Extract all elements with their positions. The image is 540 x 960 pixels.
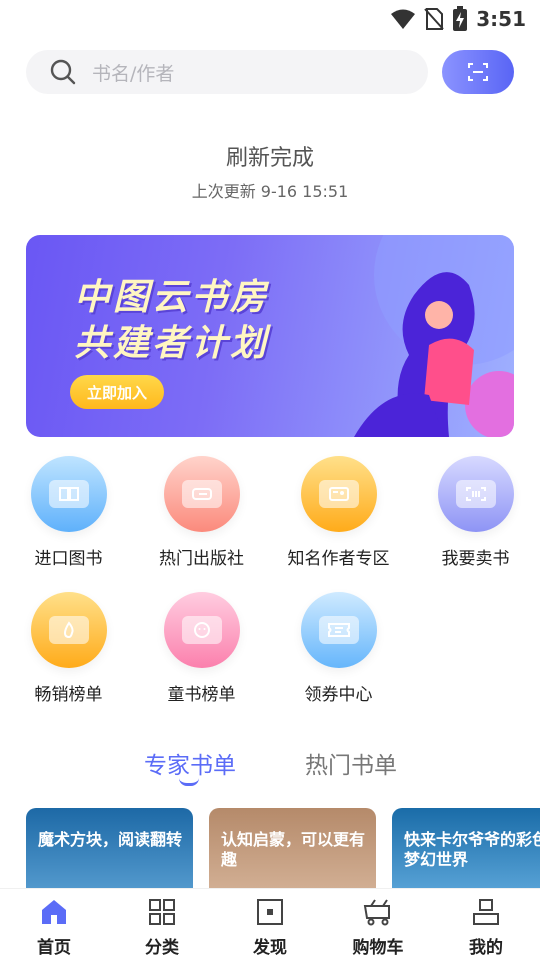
discover-icon — [257, 899, 283, 925]
refresh-last-update: 上次更新 9-16 15:51 — [191, 182, 349, 201]
scan-icon — [468, 63, 488, 81]
grid-item-label: 热门出版社 — [159, 549, 244, 569]
nav-item-cart[interactable]: 购物车 — [324, 897, 432, 958]
flame-icon — [30, 592, 107, 668]
grid-item-label: 我要卖书 — [441, 549, 510, 569]
grid-item-label: 畅销榜单 — [34, 685, 103, 705]
bottom-nav: 首页 分类 发现 购物车 我的 — [0, 888, 540, 960]
booklist-card[interactable]: 快来卡尔爷爷的彩色梦幻世界 — [392, 808, 540, 888]
profile-icon — [473, 899, 499, 925]
join-now-button[interactable]: 立即加入 — [70, 375, 164, 409]
nav-label: 发现 — [253, 938, 287, 958]
booklist-card-title: 认知启蒙，可以更有趣 — [221, 830, 366, 869]
nav-item-discover[interactable]: 发现 — [216, 897, 324, 958]
wifi-icon — [391, 9, 416, 29]
status-bar: 3:51 — [0, 0, 540, 36]
grid-item-children-books-list[interactable]: 童书榜单 — [133, 592, 270, 705]
battery-charging-icon — [453, 6, 468, 31]
book-icon — [30, 456, 107, 532]
booklist-tabs: 专家书单 热门书单 — [0, 746, 540, 786]
booklist-cards: 魔术方块，阅读翻转 认知启蒙，可以更有趣 快来卡尔爷爷的彩色梦幻世界 — [26, 808, 540, 888]
grid-item-label: 知名作者专区 — [287, 549, 390, 569]
booklist-card-title: 魔术方块，阅读翻转 — [38, 830, 183, 849]
promo-banner[interactable]: 中图云书房 共建者计划 立即加入 — [26, 235, 514, 437]
grid-item-coupon-center[interactable]: 领券中心 — [270, 592, 407, 705]
banner-title-line1: 中图云书房 — [74, 277, 270, 318]
nav-item-category[interactable]: 分类 — [108, 897, 216, 958]
grid-item-famous-authors[interactable]: 知名作者专区 — [270, 456, 407, 569]
child-face-icon — [163, 592, 240, 668]
search-row: 书名/作者 — [26, 50, 514, 94]
nav-label: 我的 — [469, 938, 503, 958]
nav-item-home[interactable]: 首页 — [0, 897, 108, 958]
active-tab-indicator — [179, 778, 199, 786]
scan-sell-icon — [437, 456, 514, 532]
grid-item-bestseller-list[interactable]: 畅销榜单 — [0, 592, 137, 705]
search-input[interactable]: 书名/作者 — [26, 50, 428, 94]
banner-illustration — [354, 235, 514, 437]
nav-label: 首页 — [37, 938, 71, 958]
publisher-icon — [163, 456, 240, 532]
tab-popular-booklist[interactable]: 热门书单 — [305, 746, 397, 780]
grid-icon — [149, 899, 175, 925]
grid-item-sell-books[interactable]: 我要卖书 — [407, 456, 540, 569]
home-icon — [42, 900, 66, 924]
nav-label: 购物车 — [352, 938, 404, 958]
grid-item-imported-books[interactable]: 进口图书 — [0, 456, 137, 569]
tab-expert-booklist[interactable]: 专家书单 — [144, 746, 236, 780]
nav-item-profile[interactable]: 我的 — [432, 897, 540, 958]
banner-title: 中图云书房 共建者计划 — [74, 275, 269, 367]
grid-item-popular-publishers[interactable]: 热门出版社 — [133, 456, 270, 569]
coupon-icon — [300, 592, 377, 668]
banner-title-line2: 共建者计划 — [74, 323, 270, 364]
status-icons: 3:51 — [390, 6, 526, 32]
refresh-indicator: 刷新完成 上次更新 9-16 15:51 — [0, 140, 540, 202]
grid-item-label: 童书榜单 — [167, 685, 236, 705]
booklist-card-title: 快来卡尔爷爷的彩色梦幻世界 — [404, 830, 540, 869]
cart-icon — [363, 899, 390, 926]
scan-button[interactable] — [442, 50, 514, 94]
booklist-card[interactable]: 魔术方块，阅读翻转 — [26, 808, 193, 888]
nav-label: 分类 — [145, 938, 179, 958]
author-card-icon — [300, 456, 377, 532]
booklist-card[interactable]: 认知启蒙，可以更有趣 — [209, 808, 376, 888]
grid-item-label: 进口图书 — [34, 549, 103, 569]
grid-item-label: 领券中心 — [304, 685, 373, 705]
search-icon — [50, 59, 76, 85]
no-sim-icon — [424, 8, 444, 30]
refresh-title: 刷新完成 — [225, 146, 314, 171]
search-placeholder: 书名/作者 — [92, 62, 175, 85]
status-time: 3:51 — [476, 7, 526, 31]
